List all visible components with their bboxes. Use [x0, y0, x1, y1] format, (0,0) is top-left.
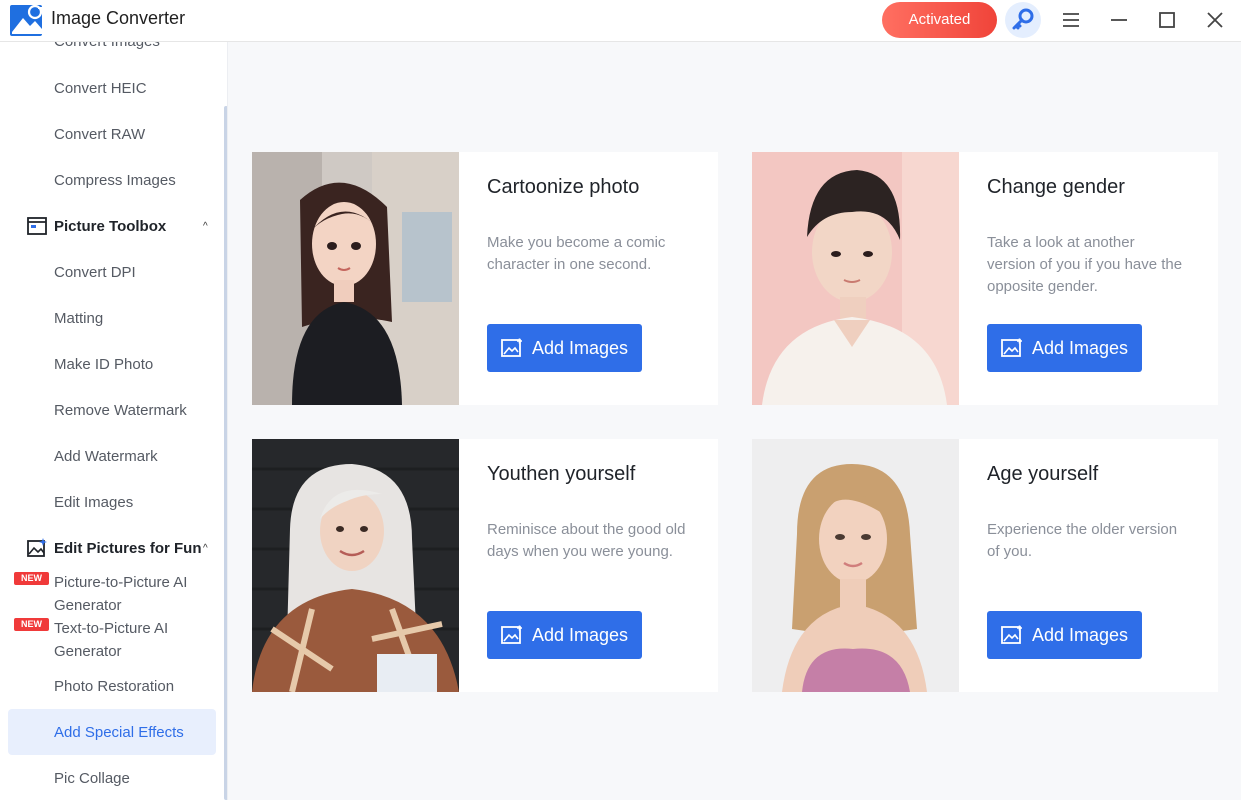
sidebar-item-convert-raw[interactable]: Convert RAW [54, 126, 145, 143]
add-images-button[interactable]: Add Images [487, 324, 642, 372]
sidebar-item-add-watermark[interactable]: Add Watermark [54, 448, 158, 465]
sidebar-item-convert-heic[interactable]: Convert HEIC [54, 80, 147, 97]
maximize-button[interactable] [1153, 6, 1181, 34]
add-images-button[interactable]: Add Images [987, 611, 1142, 659]
card-description: Make you become a comic character in one… [487, 234, 666, 273]
minimize-icon [1111, 19, 1127, 21]
sidebar-item-convert-dpi[interactable]: Convert DPI [54, 264, 136, 281]
chevron-up-icon[interactable]: ^ [203, 221, 208, 232]
card-description: Take a look at another version of you if… [987, 234, 1183, 295]
add-images-button[interactable]: Add Images [487, 611, 642, 659]
sidebar-item-matting[interactable]: Matting [54, 310, 103, 327]
sidebar-item-remove-watermark[interactable]: Remove Watermark [54, 402, 187, 419]
add-image-icon [1001, 338, 1022, 357]
add-image-icon [501, 625, 522, 644]
activated-button[interactable]: Activated [882, 2, 997, 38]
sidebar-item-pic-collage[interactable]: Pic Collage [54, 770, 130, 787]
card-description: Reminisce about the good old days when y… [487, 521, 686, 560]
add-images-label: Add Images [1031, 624, 1129, 645]
sidebar-item-compress-images[interactable]: Compress Images [54, 172, 176, 189]
app-logo-icon [10, 4, 43, 36]
key-button[interactable] [1005, 2, 1041, 38]
chevron-up-icon[interactable]: ^ [203, 543, 208, 554]
blonde-woman-portrait-image [252, 439, 459, 692]
add-images-button[interactable]: Add Images [987, 324, 1142, 372]
sidebar: Convert Images Convert HEIC Convert RAW … [0, 42, 228, 800]
add-images-label: Add Images [531, 337, 629, 358]
sidebar-item-make-id-photo[interactable]: Make ID Photo [54, 356, 153, 373]
title-bar: Image Converter Activated [0, 0, 1241, 42]
minimize-button[interactable] [1105, 6, 1133, 34]
new-badge: NEW [14, 572, 49, 585]
sidebar-group-picture-toolbox[interactable]: Picture Toolbox [26, 214, 166, 238]
app-title: Image Converter [51, 8, 186, 28]
card-title: Cartoonize photo [487, 176, 640, 198]
card-description: Experience the older version of you. [987, 521, 1178, 560]
close-icon [1207, 12, 1223, 28]
sidebar-item-picture-to-picture[interactable]: Picture-to-Picture AI Generator [54, 571, 219, 617]
sidebar-group-label: Picture Toolbox [54, 217, 167, 235]
cartoon-portrait-image [252, 152, 459, 405]
add-images-label: Add Images [1031, 337, 1129, 358]
sidebar-item-add-special-effects[interactable]: Add Special Effects [54, 724, 184, 741]
card-title: Youthen yourself [487, 463, 636, 485]
key-icon [1012, 8, 1034, 30]
sidebar-group-label: Edit Pictures for Fun [54, 539, 202, 557]
hamburger-icon [1063, 13, 1079, 27]
feature-card-cartoonize: Cartoonize photo Make you become a comic… [252, 152, 718, 405]
sidebar-scrollbar[interactable] [224, 106, 227, 800]
sidebar-item-convert-images[interactable]: Convert Images [54, 42, 160, 50]
sidebar-group-edit-pictures-for-fun[interactable]: Edit Pictures for Fun [26, 536, 202, 560]
feature-card-age: Age yourself Experience the older versio… [752, 439, 1218, 692]
male-portrait-image [752, 152, 959, 405]
add-image-icon [1001, 625, 1022, 644]
close-button[interactable] [1201, 6, 1229, 34]
card-title: Change gender [987, 176, 1125, 198]
add-images-label: Add Images [531, 624, 629, 645]
feature-card-change-gender: Change gender Take a look at another ver… [752, 152, 1218, 405]
image-edit-icon [27, 538, 47, 557]
sidebar-item-text-to-picture[interactable]: Text-to-Picture AI Generator [54, 617, 219, 663]
sidebar-item-photo-restoration[interactable]: Photo Restoration [54, 678, 174, 695]
card-title: Age yourself [987, 463, 1099, 485]
new-badge: NEW [14, 618, 49, 631]
sidebar-item-edit-images[interactable]: Edit Images [54, 494, 133, 511]
add-image-icon [501, 338, 522, 357]
feature-card-youthen: Youthen yourself Reminisce about the goo… [252, 439, 718, 692]
maximize-icon [1159, 12, 1175, 28]
toolbox-icon [27, 217, 47, 235]
menu-button[interactable] [1057, 6, 1085, 34]
young-woman-portrait-image [752, 439, 959, 692]
